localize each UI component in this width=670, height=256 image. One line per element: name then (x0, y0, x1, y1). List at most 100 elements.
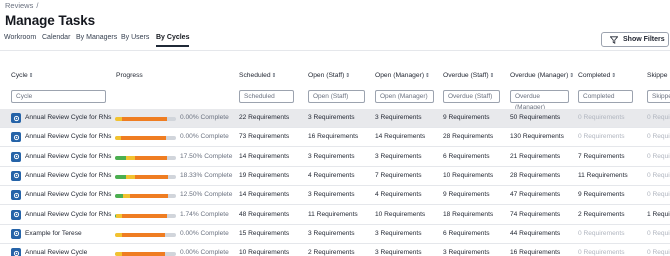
completed-value: 0 Requirements (578, 249, 625, 256)
sort-icon: ⇕ (28, 73, 34, 79)
column-header-overdue-manager[interactable]: Overdue (Manager)⇕ (510, 72, 574, 79)
table-row[interactable]: Annual Review Cycle 0.00% Complete 10 Re… (0, 244, 670, 256)
breadcrumb-separator: / (36, 1, 39, 10)
completed-value: 11 Requirements (578, 171, 628, 179)
progress-open-segment (122, 194, 130, 199)
overdue-staff-filter-input[interactable]: Overdue (Staff) (443, 90, 500, 103)
open-manager-value: 3 Requirements (375, 114, 422, 121)
progress-completed-segment (115, 174, 127, 179)
table-row[interactable]: Annual Review Cycle for RNs 18.33% Compl… (0, 167, 670, 186)
overdue-manager-filter-input[interactable]: Overdue (Manager) (510, 90, 569, 111)
cycle-icon (11, 170, 21, 181)
skipped-value: 0 Requi (647, 229, 670, 237)
column-header-overdue-staff[interactable]: Overdue (Staff)⇕ (443, 72, 494, 79)
scheduled-value: 14 Requirements (239, 152, 290, 160)
overdue-manager-value: 21 Requirements (510, 152, 561, 160)
progress-open-segment (115, 117, 123, 121)
cycle-name[interactable]: Annual Review Cycle for RNs (25, 191, 111, 198)
open-manager-value: 3 Requirements (375, 152, 422, 160)
open-manager-value: 4 Requirements (375, 191, 422, 199)
progress-overdue-segment (134, 174, 169, 179)
skipped-value: 0 Requi (647, 133, 670, 141)
cycle-icon (11, 190, 21, 201)
tab-calendar[interactable]: Calendar (42, 34, 70, 45)
table-row[interactable]: Annual Review Cycle for RNs 1.74% Comple… (0, 206, 670, 225)
open-staff-value: 2 Requirements (308, 249, 355, 256)
open-staff-filter-input[interactable]: Open (Staff) (308, 90, 365, 103)
table-row[interactable]: Annual Review Cycle for RNs 17.50% Compl… (0, 148, 670, 167)
table-row[interactable]: Annual Review Cycle for RNs 0.00% Comple… (0, 109, 670, 128)
table-row[interactable]: Annual Review Cycle for RNs 12.50% Compl… (0, 186, 670, 206)
scheduled-value: 14 Requirements (239, 191, 290, 199)
overdue-staff-value: 6 Requirements (443, 152, 490, 160)
progress-overdue-segment (122, 232, 165, 237)
breadcrumb-reviews-link[interactable]: Reviews (5, 1, 33, 10)
skipped-value: 0 Requi (647, 152, 670, 160)
column-header-completed[interactable]: Completed⇕ (578, 72, 616, 79)
open-manager-value: 3 Requirements (375, 249, 422, 256)
column-header-cycle[interactable]: Cycle⇕ (11, 72, 33, 79)
progress-percent: 18.33% Complete (180, 171, 233, 179)
completed-filter-input[interactable]: Completed (578, 90, 633, 103)
cycle-icon (11, 113, 21, 123)
cycle-name[interactable]: Example for Terese (25, 230, 82, 237)
progress-bar (115, 232, 176, 237)
tab-by-managers[interactable]: By Managers (76, 34, 117, 45)
progress-overdue-segment (121, 136, 166, 141)
sort-icon: ⇕ (345, 73, 350, 79)
open-manager-value: 7 Requirements (375, 171, 422, 179)
overdue-manager-value: 16 Requirements (510, 249, 561, 256)
table-row[interactable]: Annual Review Cycle for RNs 0.00% Comple… (0, 128, 670, 148)
cycle-filter-input[interactable]: Cycle (11, 90, 106, 103)
open-staff-value: 11 Requirements (308, 210, 358, 218)
progress-completed-segment (115, 155, 126, 160)
scheduled-value: 73 Requirements (239, 133, 290, 141)
column-header-open-staff[interactable]: Open (Staff)⇕ (308, 72, 350, 79)
cycle-name[interactable]: Annual Review Cycle for RNs (25, 153, 111, 160)
cycle-name[interactable]: Annual Review Cycle for RNs (25, 172, 111, 179)
progress-bar (115, 194, 176, 199)
cycle-name[interactable]: Annual Review Cycle for RNs (25, 114, 111, 121)
column-header-open-manager[interactable]: Open (Manager)⇕ (375, 72, 430, 79)
progress-percent: 0.00% Complete (180, 249, 229, 256)
completed-value: 0 Requirements (578, 114, 625, 121)
progress-overdue-segment (122, 213, 167, 218)
progress-bar (115, 174, 176, 179)
cycle-name[interactable]: Annual Review Cycle for RNs (25, 133, 111, 140)
overdue-manager-value: 130 Requirements (510, 133, 564, 141)
cycle-name[interactable]: Annual Review Cycle for RNs (25, 211, 111, 218)
open-staff-value: 16 Requirements (308, 133, 359, 141)
show-filters-button[interactable]: Show Filters (601, 32, 669, 47)
column-header-scheduled[interactable]: Scheduled⇕ (239, 72, 276, 79)
table-row[interactable]: Example for Terese 0.00% Complete 15 Req… (0, 225, 670, 244)
overdue-manager-value: 28 Requirements (510, 171, 561, 179)
progress-bar (115, 155, 176, 160)
progress-percent: 1.74% Complete (180, 210, 229, 218)
cycle-icon (11, 209, 21, 220)
tab-by-cycles[interactable]: By Cycles (156, 34, 190, 47)
overdue-staff-value: 3 Requirements (443, 249, 490, 256)
scheduled-filter-input[interactable]: Scheduled (239, 90, 294, 103)
skipped-value: 0 Requi (647, 191, 670, 199)
cycle-icon (11, 151, 21, 162)
open-manager-filter-input[interactable]: Open (Manager) (375, 90, 434, 103)
progress-open-segment (126, 174, 135, 179)
open-staff-value: 3 Requirements (308, 191, 355, 199)
completed-value: 0 Requirements (578, 133, 625, 141)
scheduled-value: 48 Requirements (239, 210, 290, 218)
column-header-skipped[interactable]: Skippe (647, 72, 667, 79)
scheduled-value: 10 Requirements (239, 249, 290, 256)
tab-workroom[interactable]: Workroom (4, 34, 36, 45)
progress-percent: 0.00% Complete (180, 229, 229, 237)
overdue-manager-value: 74 Requirements (510, 210, 561, 218)
overdue-manager-value: 44 Requirements (510, 229, 561, 237)
progress-bar (115, 117, 176, 121)
sort-icon: ⇕ (611, 73, 616, 79)
open-staff-value: 3 Requirements (308, 152, 355, 160)
show-filters-label: Show Filters (623, 36, 665, 43)
tab-by-users[interactable]: By Users (121, 34, 149, 45)
skipped-value: 1 Requi (647, 210, 670, 218)
skipped-filter-input[interactable]: Skippe (647, 90, 670, 103)
completed-value: 7 Requirements (578, 152, 625, 160)
cycle-name[interactable]: Annual Review Cycle (25, 249, 87, 256)
